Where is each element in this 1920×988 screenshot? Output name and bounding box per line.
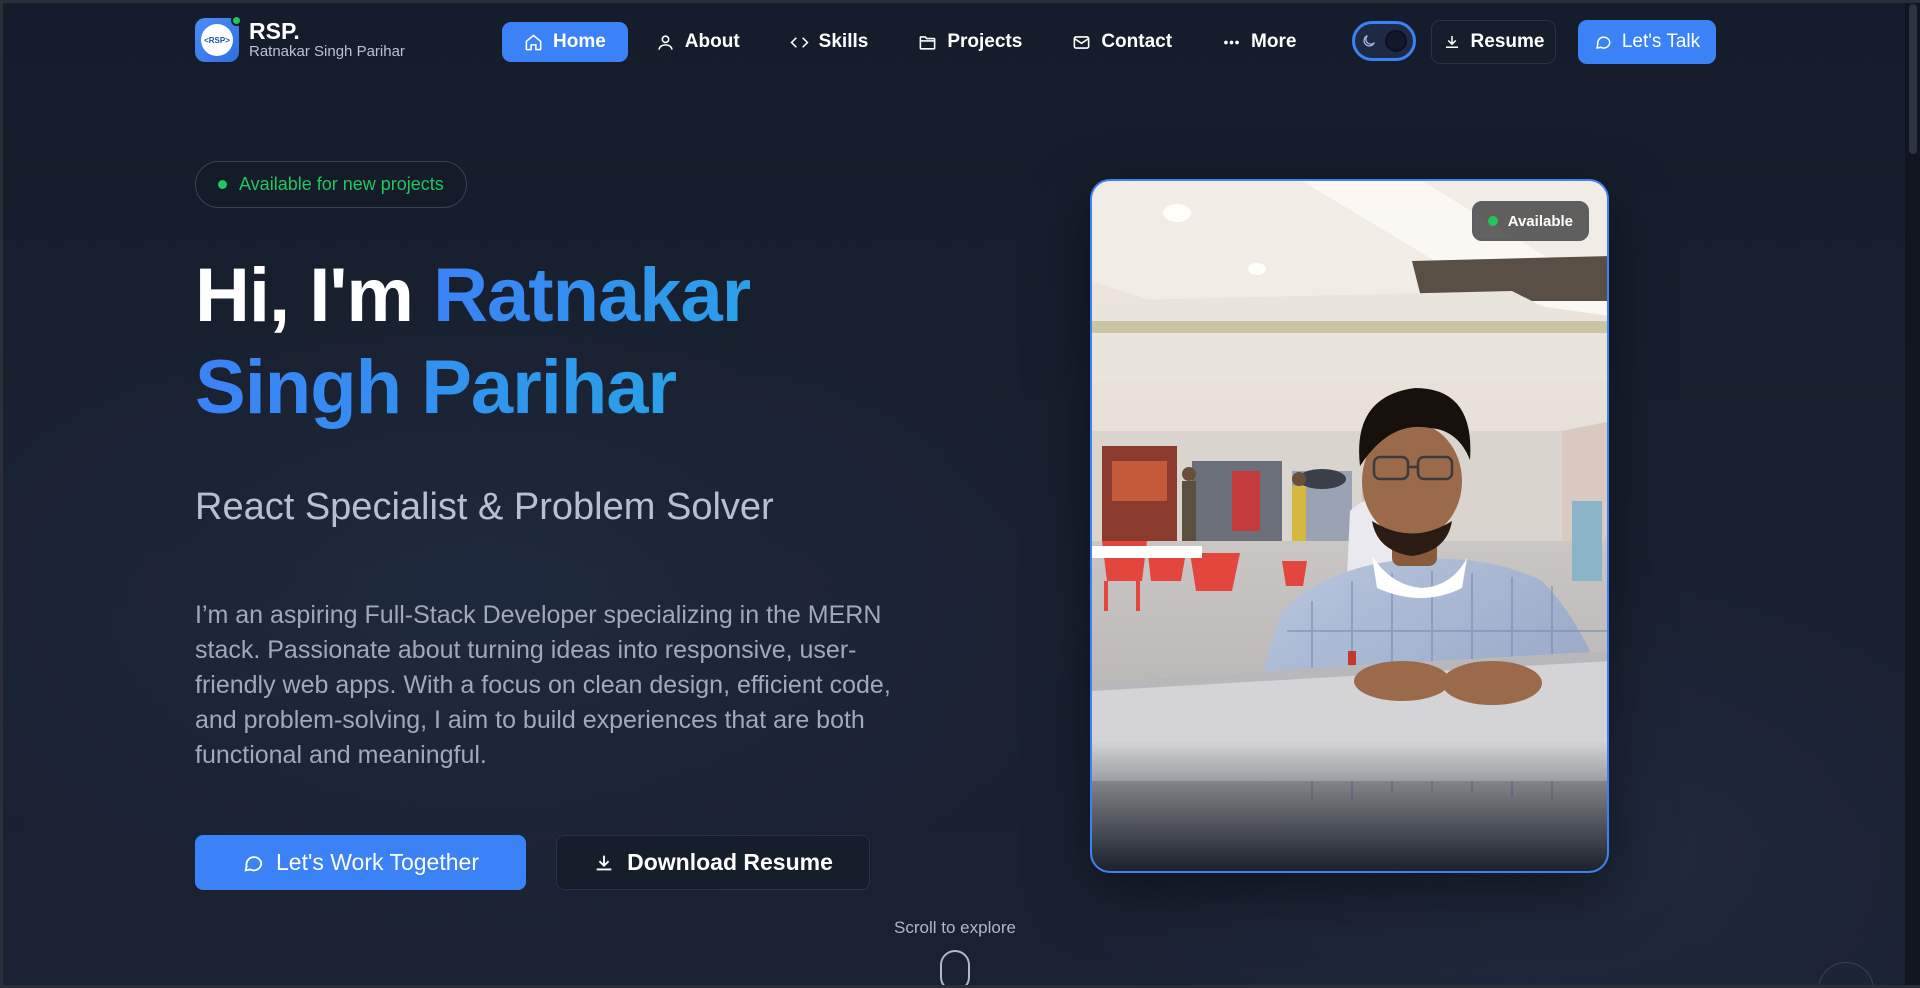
brand[interactable]: <RSP> RSP. Ratnakar Singh Parihar (195, 15, 405, 62)
theme-toggle[interactable] (1352, 21, 1416, 61)
name-first: Ratnakar (433, 253, 751, 338)
availability-dot (218, 180, 227, 189)
resume-button-label: Resume (1470, 31, 1545, 52)
nav-home[interactable]: Home (502, 22, 628, 62)
availability-text: Available for new projects (239, 174, 444, 194)
nav-skills-label: Skills (818, 31, 869, 52)
scrollbar-thumb[interactable] (1909, 4, 1917, 154)
nav-about-label: About (684, 31, 740, 52)
download-icon (596, 855, 612, 870)
scroll-to-top-button[interactable] (1818, 962, 1874, 988)
nav-skills[interactable]: Skills (768, 22, 891, 62)
nav-home-label: Home (553, 31, 606, 52)
nav-more-label: More (1251, 31, 1297, 52)
toggle-knob (1385, 30, 1407, 52)
page-scrollbar[interactable] (1905, 0, 1920, 988)
moon-icon (1363, 35, 1375, 47)
brand-subtitle: Ratnakar Singh Parihar (249, 43, 405, 61)
nav-contact-label: Contact (1101, 31, 1173, 52)
brand-text: RSP. Ratnakar Singh Parihar (249, 18, 405, 61)
profile-photo (1092, 181, 1607, 871)
more-dots-icon (1224, 40, 1239, 44)
home-icon (525, 33, 542, 50)
online-status-dot (231, 15, 242, 26)
hero-intro: I’m an aspiring Full-Stack Developer spe… (195, 601, 891, 769)
nav-projects[interactable]: Projects (896, 22, 1044, 62)
nav-more[interactable]: More (1200, 22, 1318, 62)
nav-contact[interactable]: Contact (1050, 22, 1194, 62)
name-rest: Singh Parihar (195, 345, 677, 430)
mail-icon (1073, 35, 1090, 49)
work-together-label: Let's Work Together (276, 849, 479, 875)
resume-button[interactable]: Resume (1431, 20, 1556, 64)
download-resume-button[interactable]: Download Resume (556, 835, 870, 890)
brand-title: RSP. (249, 18, 300, 45)
scroll-hint: Scroll to explore (894, 918, 1016, 937)
profile-photo-card: Available (1090, 179, 1609, 873)
availability-badge: Available for new projects (195, 161, 467, 208)
code-icon (790, 36, 809, 48)
available-dot (1487, 216, 1498, 226)
top-navigation: <RSP> RSP. Ratnakar Singh Parihar Home A… (0, 0, 1905, 84)
folder-icon (919, 35, 936, 50)
lets-talk-button[interactable]: Let's Talk (1578, 20, 1716, 64)
nav-projects-label: Projects (947, 31, 1023, 52)
chat-bubble-icon (244, 855, 263, 871)
chat-bubble-icon (1595, 36, 1611, 49)
mouse-scroll-icon[interactable] (940, 950, 970, 988)
hero-tagline: React Specialist & Problem Solver (195, 486, 774, 528)
nav-about[interactable]: About (634, 22, 762, 62)
logo-badge: <RSP> (201, 24, 233, 56)
main-menu: Home About Skills Projects Contact More (502, 22, 1318, 62)
work-together-button[interactable]: Let's Work Together (195, 835, 526, 890)
photo-available-label: Available (1507, 212, 1573, 230)
logo: <RSP> (195, 15, 242, 62)
lets-talk-label: Let's Talk (1621, 31, 1701, 52)
hero-headline: Hi, I'm Ratnakar Singh Parihar (195, 250, 995, 434)
photo-available-badge: Available (1471, 201, 1589, 241)
download-icon (1445, 36, 1458, 48)
download-resume-label: Download Resume (627, 849, 833, 875)
user-icon (658, 34, 673, 50)
greeting: Hi, I'm (195, 253, 434, 338)
